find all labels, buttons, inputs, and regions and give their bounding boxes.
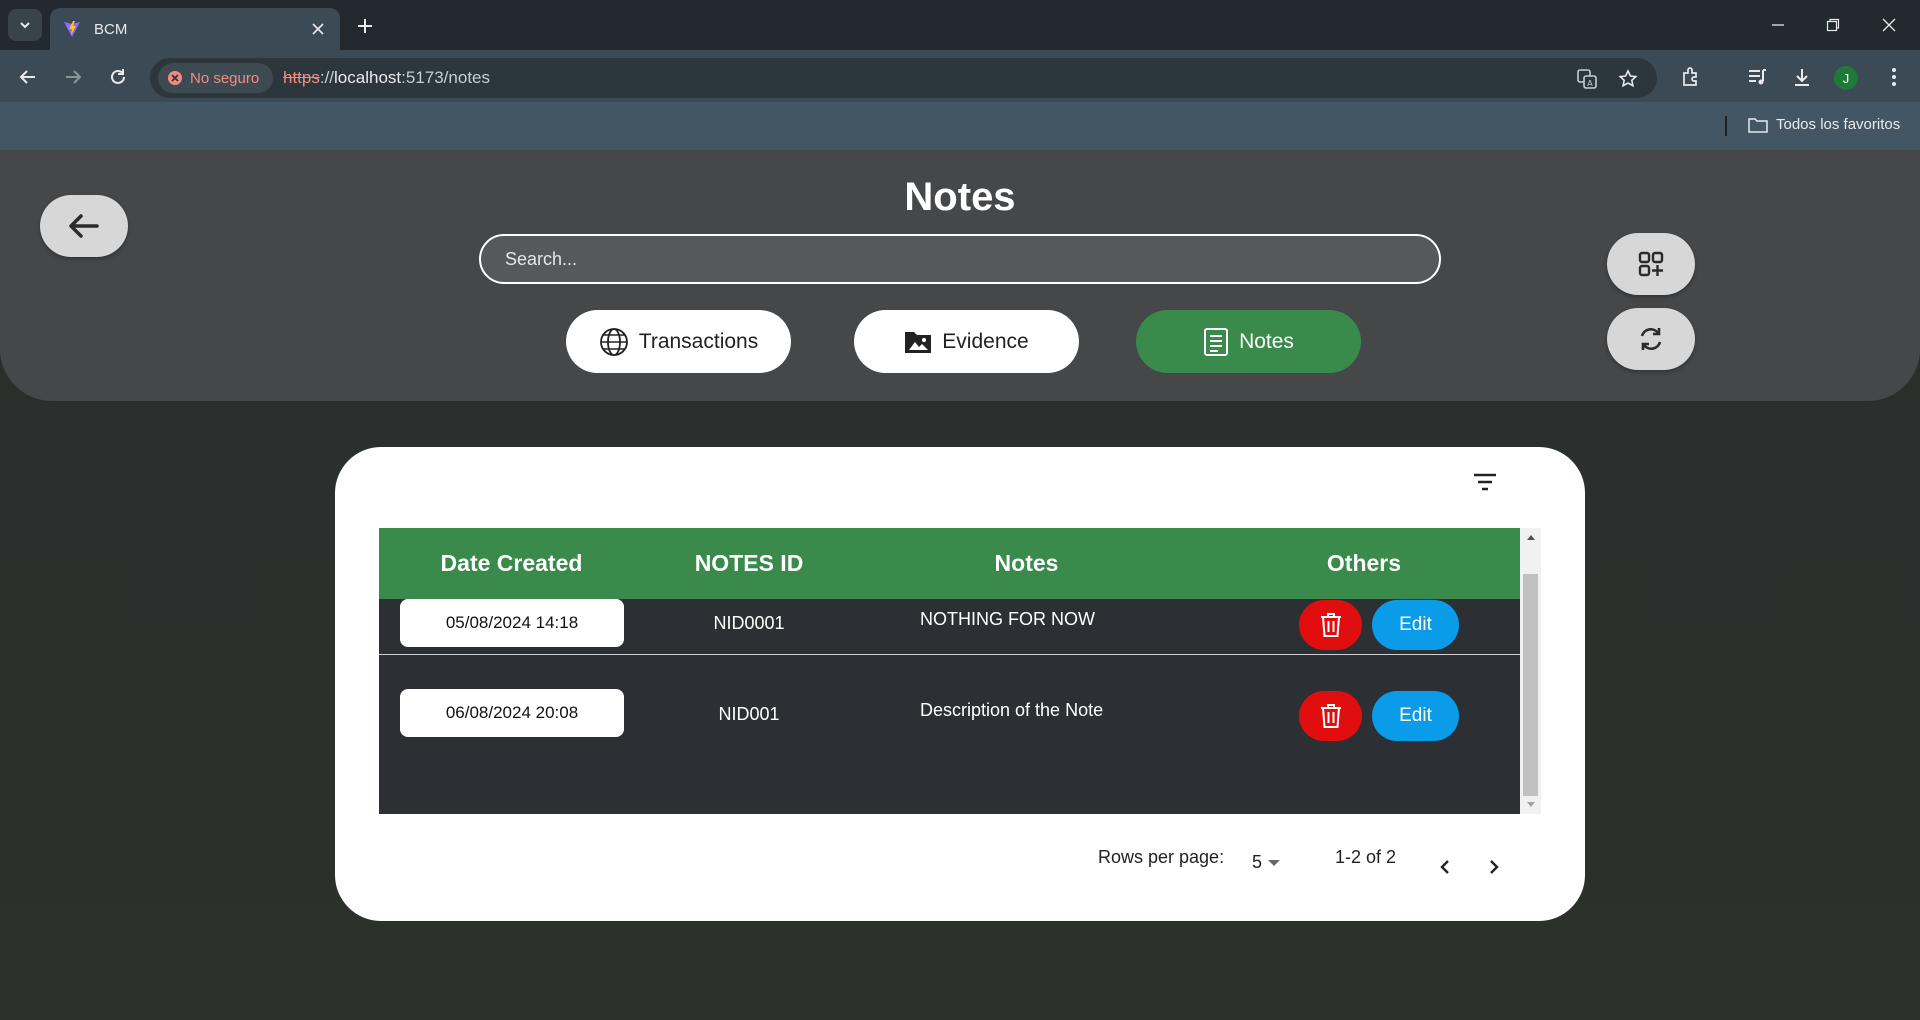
filter-icon (1474, 473, 1496, 491)
globe-icon (599, 327, 628, 356)
table-row: 06/08/2024 20:08 NID001 Description of t… (379, 655, 1520, 781)
browser-tab[interactable]: BCM (50, 8, 340, 50)
nav-transactions[interactable]: Transactions (566, 310, 791, 373)
notes-id-cell: NID001 (718, 704, 780, 724)
refresh-icon (1640, 327, 1662, 351)
image-folder-icon (905, 331, 932, 353)
minimize-window-button[interactable] (1765, 12, 1791, 38)
table-row: 05/08/2024 14:18 NID0001 NOTHING FOR NOW… (379, 529, 1520, 655)
plus-icon (358, 19, 372, 33)
notes-id-cell: NID0001 (713, 613, 785, 633)
close-icon (1882, 18, 1896, 32)
media-control-icon[interactable] (1743, 63, 1771, 91)
reload-icon (111, 69, 125, 84)
reload-button[interactable] (103, 62, 133, 92)
translate-icon[interactable]: A (1575, 67, 1599, 91)
browser-toolbar: No seguro https://localhost:5173/notes A (0, 50, 1920, 102)
security-chip[interactable]: No seguro (158, 63, 273, 93)
vite-favicon-icon (64, 21, 80, 37)
chevron-left-icon (1440, 860, 1449, 874)
browser-tabstrip: BCM (0, 0, 1920, 50)
grid-plus-icon (1638, 251, 1664, 277)
forward-nav-button[interactable] (58, 62, 88, 92)
notes-text-cell: NOTHING FOR NOW (920, 609, 1095, 629)
document-icon (1204, 327, 1229, 356)
close-tab-icon[interactable] (308, 19, 328, 39)
all-bookmarks-label: Todos los favoritos (1776, 116, 1901, 133)
tab-search-button[interactable] (8, 9, 42, 41)
security-label: No seguro (190, 69, 260, 87)
rows-per-page-label: Rows per page: (1098, 847, 1225, 867)
warning-circle-icon (168, 71, 182, 85)
content-area: Date Created NOTES ID Notes Others 05/08… (0, 401, 1920, 1020)
table-scrollbar[interactable] (1520, 528, 1541, 814)
nav-notes[interactable]: Notes (1136, 310, 1361, 373)
notes-table: Date Created NOTES ID Notes Others 05/08… (379, 528, 1541, 814)
url-scheme: https (283, 68, 320, 87)
nav-transactions-label: Transactions (638, 329, 759, 353)
chevron-right-icon (1490, 860, 1499, 874)
add-widget-button[interactable] (1607, 233, 1695, 295)
url-separator: :// (319, 68, 335, 87)
bookmarks-bar: Todos los favoritos (0, 102, 1920, 150)
date-created-cell: 06/08/2024 20:08 (400, 689, 624, 737)
previous-page-button[interactable] (1430, 852, 1460, 882)
new-tab-button[interactable] (352, 13, 378, 39)
table-body: 05/08/2024 14:18 NID0001 NOTHING FOR NOW… (379, 599, 1520, 814)
delete-button[interactable] (1299, 691, 1362, 741)
trash-icon (1320, 613, 1341, 637)
filter-button[interactable] (1470, 467, 1500, 497)
download-icon[interactable] (1788, 63, 1816, 91)
arrow-left-icon (19, 70, 35, 84)
trash-icon (1320, 704, 1341, 728)
arrow-right-icon (66, 70, 82, 84)
page-title: Notes (904, 175, 1016, 219)
tab-title: BCM (94, 20, 128, 38)
refresh-button[interactable] (1607, 308, 1695, 370)
url-text[interactable]: https://localhost:5173/notes (283, 68, 490, 88)
rows-per-page-select[interactable]: 5 (1252, 852, 1281, 873)
extensions-icon[interactable] (1677, 63, 1705, 91)
back-nav-button[interactable] (13, 62, 43, 92)
next-page-button[interactable] (1479, 852, 1509, 882)
app-header: Notes Transactions Evidence Notes (0, 150, 1920, 401)
all-bookmarks-button[interactable]: Todos los favoritos (1748, 116, 1900, 133)
scroll-down-arrow-icon[interactable] (1520, 796, 1541, 814)
address-bar[interactable]: No seguro https://localhost:5173/notes A (150, 58, 1657, 98)
caret-down-icon (1268, 859, 1281, 866)
svg-text:A: A (1587, 79, 1593, 88)
minimize-icon (1772, 24, 1784, 26)
close-window-button[interactable] (1876, 12, 1902, 38)
page-range: 1-2 of 2 (1335, 847, 1397, 867)
date-created-cell: 05/08/2024 14:18 (400, 599, 624, 647)
restore-window-button[interactable] (1820, 12, 1846, 38)
nav-notes-label: Notes (1239, 329, 1294, 353)
bookmark-star-icon[interactable] (1616, 67, 1640, 91)
nav-evidence-label: Evidence (942, 329, 1029, 353)
scroll-up-arrow-icon[interactable] (1520, 528, 1541, 546)
notes-text-cell: Description of the Note (920, 700, 1104, 720)
folder-icon (1748, 117, 1768, 133)
search-input[interactable] (479, 234, 1441, 284)
notes-card: Date Created NOTES ID Notes Others 05/08… (335, 447, 1585, 921)
profile-avatar[interactable]: J (1834, 66, 1858, 90)
url-host: localhost (334, 68, 402, 87)
restore-icon (1826, 18, 1840, 32)
edit-button[interactable]: Edit (1372, 691, 1459, 741)
url-path: :5173/notes (401, 68, 490, 87)
bookmarks-divider (1725, 116, 1727, 136)
chevron-down-icon (20, 22, 30, 29)
delete-button[interactable] (1299, 600, 1362, 650)
rows-per-page-value: 5 (1252, 852, 1263, 872)
edit-button[interactable]: Edit (1372, 600, 1459, 650)
scrollbar-thumb[interactable] (1523, 574, 1538, 796)
nav-evidence[interactable]: Evidence (854, 310, 1079, 373)
menu-kebab-icon[interactable] (1880, 63, 1908, 91)
